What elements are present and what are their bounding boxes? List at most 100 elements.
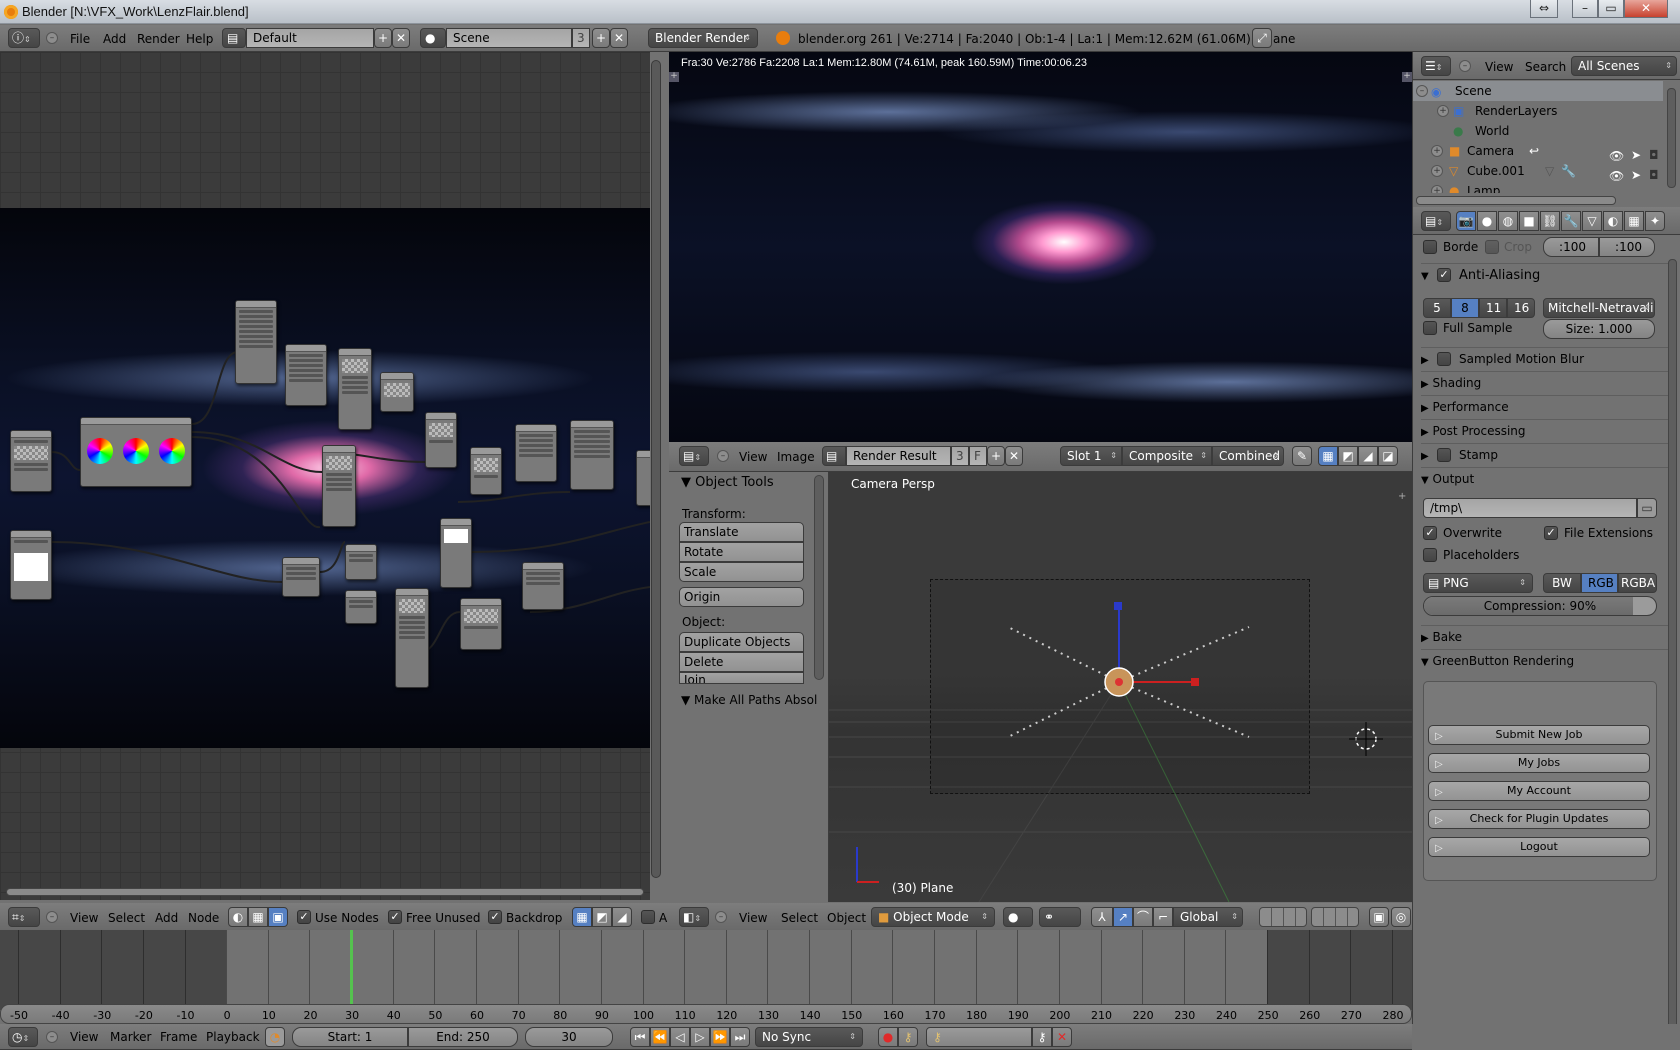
- shader-nodes-icon[interactable]: ◐: [228, 907, 248, 927]
- image-name-field[interactable]: Render Result: [846, 446, 951, 466]
- draw-image-alpha-icon[interactable]: ◩: [592, 907, 612, 927]
- delete-button[interactable]: Delete: [679, 652, 804, 672]
- draw-image-icon[interactable]: ▦: [1318, 446, 1338, 466]
- expand-icon[interactable]: +: [1431, 165, 1443, 177]
- lock-camera-icon[interactable]: ▣: [1369, 907, 1389, 927]
- huesat-node[interactable]: [522, 562, 564, 610]
- fake-user-button[interactable]: F: [969, 446, 987, 466]
- menu-search[interactable]: Search: [1525, 60, 1566, 74]
- translate-node[interactable]: [460, 598, 502, 650]
- sync-mode-dropdown[interactable]: No Sync ⇕: [755, 1027, 863, 1047]
- render-pass-dropdown[interactable]: Combined ⇕: [1212, 446, 1284, 466]
- selectability-cursor-icon[interactable]: ➤: [1631, 148, 1641, 162]
- mix-node[interactable]: [425, 412, 457, 468]
- delete-keyframe-icon[interactable]: ✕: [1052, 1027, 1072, 1047]
- free-unused-checkbox[interactable]: ✓: [388, 910, 402, 924]
- outliner-row-lamp[interactable]: + ● Lamp: [1413, 181, 1663, 193]
- blur-node[interactable]: [440, 518, 472, 588]
- draw-image-icon[interactable]: ▦: [572, 907, 592, 927]
- expand-icon[interactable]: +: [1431, 145, 1443, 157]
- current-frame-field[interactable]: 30: [525, 1027, 613, 1047]
- scale-button[interactable]: Scale: [679, 562, 804, 582]
- aa-samples-5[interactable]: 5: [1423, 298, 1451, 318]
- draw-alpha-only-icon[interactable]: ◢: [1358, 446, 1378, 466]
- outliner-row-renderlayers[interactable]: + ▣ RenderLayers: [1413, 101, 1663, 121]
- menu-help[interactable]: Help: [186, 32, 213, 46]
- folder-browse-icon[interactable]: ▭: [1637, 498, 1657, 518]
- color-wheel-gamma[interactable]: [123, 438, 149, 464]
- timeline-frame-ruler[interactable]: -50 -40 -30 -20 -10 0 10 20 30 40 50 60 70 80 90 100 110…: [0, 1004, 1412, 1024]
- fullscreen-toggle-icon[interactable]: ⤢: [1252, 28, 1272, 48]
- glare-node[interactable]: [570, 420, 614, 490]
- display-mode-dropdown[interactable]: All Scenes ⇕: [1571, 56, 1677, 76]
- motion-blur-checkbox[interactable]: [1437, 352, 1451, 366]
- material-tab-icon[interactable]: ◐: [1603, 211, 1623, 231]
- compositing-nodes-icon[interactable]: ▣: [268, 907, 288, 927]
- glare-node[interactable]: [235, 300, 277, 384]
- restore-icon[interactable]: ⇔: [1530, 0, 1558, 18]
- origin-button[interactable]: Origin: [679, 587, 804, 607]
- object-tools-panel-header[interactable]: ▼ Object Tools: [681, 475, 774, 490]
- sampled-motion-blur-panel-header[interactable]: ▶ Sampled Motion Blur: [1421, 347, 1669, 369]
- menu-playback[interactable]: Playback: [206, 1030, 260, 1044]
- menu-view[interactable]: View: [70, 1030, 98, 1044]
- start-frame-field[interactable]: Start: 1: [292, 1027, 408, 1047]
- unlink-image-icon[interactable]: ✕: [1005, 446, 1023, 466]
- jump-to-keyframe-prev-icon[interactable]: ⏪: [650, 1027, 670, 1047]
- rotate-manipulator-icon[interactable]: ⌒: [1133, 907, 1153, 927]
- editor-type-image-button[interactable]: ▤⇕: [679, 446, 709, 466]
- viewport-shading-dropdown[interactable]: ●: [1003, 907, 1033, 927]
- render-engine-dropdown[interactable]: Blender Render ⇕: [648, 28, 758, 48]
- aa-filter-dropdown[interactable]: Mitchell-Netravali ⇕: [1543, 298, 1655, 318]
- visibility-eye-icon[interactable]: 👁: [1609, 149, 1624, 163]
- antialiasing-checkbox[interactable]: ✓: [1437, 268, 1451, 282]
- node-editor[interactable]: [0, 52, 650, 900]
- slot-dropdown[interactable]: Slot 1 ⇕: [1060, 446, 1122, 466]
- collapse-menu-icon[interactable]: –: [1459, 60, 1471, 72]
- collapse-menu-icon[interactable]: –: [715, 911, 727, 923]
- file-format-dropdown[interactable]: ▤ PNG ⇕: [1423, 573, 1533, 593]
- rotate-button[interactable]: Rotate: [679, 542, 804, 562]
- draw-image-alpha-icon[interactable]: ◩: [1338, 446, 1358, 466]
- backdrop-checkbox[interactable]: ✓: [488, 910, 502, 924]
- modifiers-tab-icon[interactable]: 🔧: [1561, 211, 1581, 231]
- area-split-icon[interactable]: +: [1402, 72, 1412, 82]
- outliner-row-scene[interactable]: – ◉ Scene: [1413, 81, 1663, 101]
- menu-view[interactable]: View: [739, 911, 767, 925]
- placeholders-checkbox[interactable]: [1423, 548, 1437, 562]
- translate-manipulator-icon[interactable]: ↗: [1113, 907, 1133, 927]
- overwrite-checkbox[interactable]: ✓: [1423, 526, 1437, 540]
- jump-to-keyframe-next-icon[interactable]: ⏩: [710, 1027, 730, 1047]
- screen-layout-field[interactable]: Default: [246, 28, 374, 48]
- add-screen-icon[interactable]: +: [374, 28, 392, 48]
- outliner-row-cube001[interactable]: + ▽ Cube.001 ▽ 🔧: [1413, 161, 1663, 181]
- play-reverse-icon[interactable]: ◁: [670, 1027, 690, 1047]
- scene-tab-icon[interactable]: ●: [1477, 211, 1497, 231]
- play-icon[interactable]: ▷: [690, 1027, 710, 1047]
- expand-icon[interactable]: +: [1437, 105, 1449, 117]
- jump-to-start-icon[interactable]: ⏮: [630, 1027, 650, 1047]
- particles-tab-icon[interactable]: ✦: [1645, 211, 1665, 231]
- color-wheel-gain[interactable]: [159, 438, 185, 464]
- menu-frame[interactable]: Frame: [160, 1030, 197, 1044]
- texture-nodes-icon[interactable]: ▦: [248, 907, 268, 927]
- delete-screen-icon[interactable]: ✕: [392, 28, 410, 48]
- add-scene-icon[interactable]: +: [592, 28, 610, 48]
- color-mode-rgb[interactable]: RGB: [1581, 573, 1618, 593]
- outliner-row-camera[interactable]: + ■ Camera ↩: [1413, 141, 1663, 161]
- stamp-checkbox[interactable]: [1437, 448, 1451, 462]
- color-mode-bw[interactable]: BW: [1543, 573, 1581, 593]
- crop-checkbox[interactable]: [1485, 240, 1499, 254]
- object-tab-icon[interactable]: ■: [1519, 211, 1539, 231]
- my-account-button[interactable]: ▷ My Account: [1428, 781, 1650, 801]
- render-layers-node[interactable]: [10, 430, 52, 492]
- render-layer-dropdown[interactable]: Composite ⇕: [1122, 446, 1212, 466]
- mix-node[interactable]: [380, 372, 414, 412]
- collapse-menu-icon[interactable]: –: [46, 32, 58, 44]
- menu-view[interactable]: View: [70, 911, 98, 925]
- blur-node[interactable]: [395, 588, 429, 688]
- close-button[interactable]: ✕: [1624, 0, 1668, 18]
- node-editor-vertical-scrollbar[interactable]: [651, 60, 661, 878]
- active-keying-set-field[interactable]: ⚷: [926, 1027, 1032, 1047]
- editor-type-properties-button[interactable]: ▤⇕: [1421, 211, 1451, 231]
